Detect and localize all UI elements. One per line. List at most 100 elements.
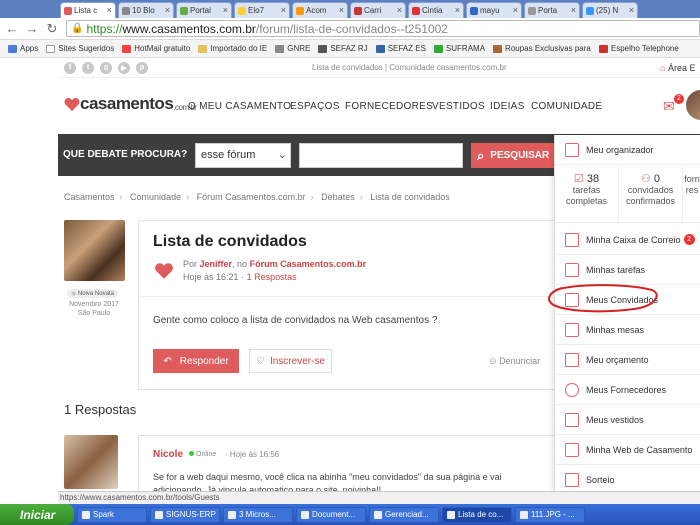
tab-portal[interactable]: Portal × <box>176 2 232 18</box>
start-button[interactable]: Iniciar <box>0 504 74 525</box>
forward-icon[interactable]: → <box>24 21 40 37</box>
bookmark-roupas[interactable]: Roupas Exclusivas para <box>493 44 591 53</box>
bookmark-sefaz-es[interactable]: SEFAZ ES <box>375 44 426 53</box>
panel-item-vendors[interactable]: Meus Fornecedores <box>555 375 700 405</box>
task-spark[interactable]: Spark <box>77 506 147 523</box>
panel-item-tasks[interactable]: Minhas tarefas <box>555 255 700 285</box>
task-lista-convidados[interactable]: Lista de co... <box>442 506 512 523</box>
nav-vestidos[interactable]: VESTIDOS <box>432 101 485 112</box>
breadcrumb-forum[interactable]: Fórum Casamentos.com.br <box>197 192 306 202</box>
task-gerenciador[interactable]: Gerenciad... <box>369 506 439 523</box>
task-signus[interactable]: SIGNUS-ERP <box>150 506 220 523</box>
bookmark-espelho[interactable]: Espelho Telephone <box>598 44 679 53</box>
reply-button[interactable]: ↶ Responder <box>153 349 239 373</box>
bookmark-sefaz-rj[interactable]: SEFAZ RJ <box>318 44 368 53</box>
tab-25-n[interactable]: (25) N × <box>582 2 638 18</box>
bookmark-apps[interactable]: Apps <box>8 44 38 53</box>
facebook-icon[interactable]: f <box>64 61 76 74</box>
tab-porta[interactable]: Porta × <box>524 2 580 18</box>
nav-fornecedores[interactable]: FORNECEDORES <box>345 101 433 112</box>
heart-outline-icon <box>565 382 579 397</box>
url-input[interactable]: 🔒 https://www.casamentos.com.br/forum/li… <box>66 20 700 37</box>
close-icon[interactable]: × <box>455 5 460 15</box>
site-logo[interactable]: casamentos .com.br <box>64 94 197 114</box>
breadcrumb-casamentos[interactable]: Casamentos <box>64 192 115 202</box>
reply-avatar[interactable] <box>64 435 118 489</box>
breadcrumb-debates[interactable]: Debates <box>321 192 355 202</box>
close-icon[interactable]: × <box>107 5 112 15</box>
youtube-icon[interactable]: ▶ <box>118 61 130 74</box>
nav-ideias[interactable]: IDEIAS <box>490 101 525 112</box>
counter-vendors[interactable]: forn res <box>683 165 700 223</box>
bookmark-hotmail[interactable]: HotMail gratuito <box>122 44 190 53</box>
panel-item-budget[interactable]: Meu orçamento <box>555 345 700 375</box>
heart-favicon-icon <box>64 6 72 15</box>
image-icon <box>520 510 528 519</box>
panel-item-mailbox[interactable]: Minha Caixa de Correio 2 <box>555 225 700 255</box>
tab-10-blo[interactable]: 10 Blo × <box>118 2 174 18</box>
close-icon[interactable]: × <box>513 5 518 15</box>
replies-link[interactable]: 1 Respostas <box>247 272 297 282</box>
close-icon[interactable]: × <box>223 5 228 15</box>
search-scope-select[interactable]: esse fórum ⌄ <box>195 143 291 168</box>
close-icon[interactable]: × <box>571 5 576 15</box>
nav-espacos[interactable]: ESPAÇOS <box>290 101 340 112</box>
tab-carri[interactable]: Carri × <box>350 2 406 18</box>
breadcrumb-comunidade[interactable]: Comunidade <box>130 192 181 202</box>
forum-link[interactable]: Fórum Casamentos.com.br <box>250 259 367 269</box>
reply-arrow-icon: ↶ <box>163 355 172 367</box>
task-111-jpg[interactable]: 111.JPG - ... <box>515 506 585 523</box>
tab-acom[interactable]: Acom × <box>292 2 348 18</box>
chevron-down-icon: ⌄ <box>277 149 287 161</box>
panel-item-tables[interactable]: Minhas mesas <box>555 315 700 345</box>
mail-icon[interactable]: ✉ <box>663 98 675 115</box>
search-button[interactable]: ⌕ PESQUISAR <box>471 143 561 168</box>
counter-guests[interactable]: ⚇ 0 convidados confirmados <box>619 165 683 223</box>
author-link[interactable]: Jeniffer <box>200 259 233 269</box>
favicon-icon <box>354 6 362 15</box>
area-link[interactable]: ⌂ Área E <box>660 63 695 73</box>
windows-taskbar: Iniciar Spark SIGNUS-ERP 3 Micros... Doc… <box>0 504 700 525</box>
task-micros[interactable]: 3 Micros... <box>223 506 293 523</box>
pinterest-icon[interactable]: p <box>136 61 148 74</box>
close-icon[interactable]: × <box>281 5 286 15</box>
avatar[interactable] <box>686 90 700 120</box>
report-link[interactable]: ⊖ Denunciar <box>489 356 540 367</box>
bookmark-suframa[interactable]: SUFRAMA <box>433 44 485 53</box>
tab-elo7[interactable]: Elo7 × <box>234 2 290 18</box>
subscribe-button[interactable]: ♡ Inscrever-se <box>249 349 332 373</box>
bookmark-importado-ie[interactable]: Importado do IE <box>198 44 267 53</box>
bookmark-sites-sugeridos[interactable]: Sites Sugeridos <box>46 44 114 53</box>
favicon-icon <box>586 6 594 15</box>
panel-header[interactable]: Meu organizador <box>555 135 700 165</box>
report-icon: ⊖ <box>489 356 497 366</box>
google-plus-icon[interactable]: g <box>100 61 112 74</box>
app-icon <box>228 510 236 519</box>
back-icon[interactable]: ← <box>4 21 20 37</box>
author-avatar[interactable] <box>64 220 125 281</box>
close-icon[interactable]: × <box>397 5 402 15</box>
mail-badge: 2 <box>674 94 684 104</box>
close-icon[interactable]: × <box>339 5 344 15</box>
reply-author-link[interactable]: Nicole <box>153 449 183 460</box>
tab-cintia[interactable]: Cintia × <box>408 2 464 18</box>
favicon-icon <box>296 6 304 15</box>
panel-item-wedding-web[interactable]: Minha Web de Casamento <box>555 435 700 465</box>
twitter-icon[interactable]: t <box>82 61 94 74</box>
close-icon[interactable]: × <box>629 5 634 15</box>
nav-o-meu-casamento[interactable]: O MEU CASAMENTO <box>188 101 291 112</box>
close-icon[interactable]: × <box>165 5 170 15</box>
bookmark-gnre[interactable]: GNRE <box>275 44 310 53</box>
task-document[interactable]: Document... <box>296 506 366 523</box>
reload-icon[interactable]: ↻ <box>44 21 60 37</box>
panel-item-dresses[interactable]: Meus vestidos <box>555 405 700 435</box>
page-title: Lista de convidados <box>153 233 307 250</box>
favicon-icon <box>493 44 503 53</box>
search-input[interactable] <box>299 143 463 168</box>
counter-tasks[interactable]: ☑ 38 tarefas completas <box>555 165 619 223</box>
tab-mayu[interactable]: mayu × <box>466 2 522 18</box>
tab-lista-convidados[interactable]: Lista c × <box>60 2 116 18</box>
favicon-icon <box>528 6 536 15</box>
nav-comunidade[interactable]: COMUNIDADE <box>531 101 602 112</box>
heart-logo-icon <box>64 97 80 111</box>
